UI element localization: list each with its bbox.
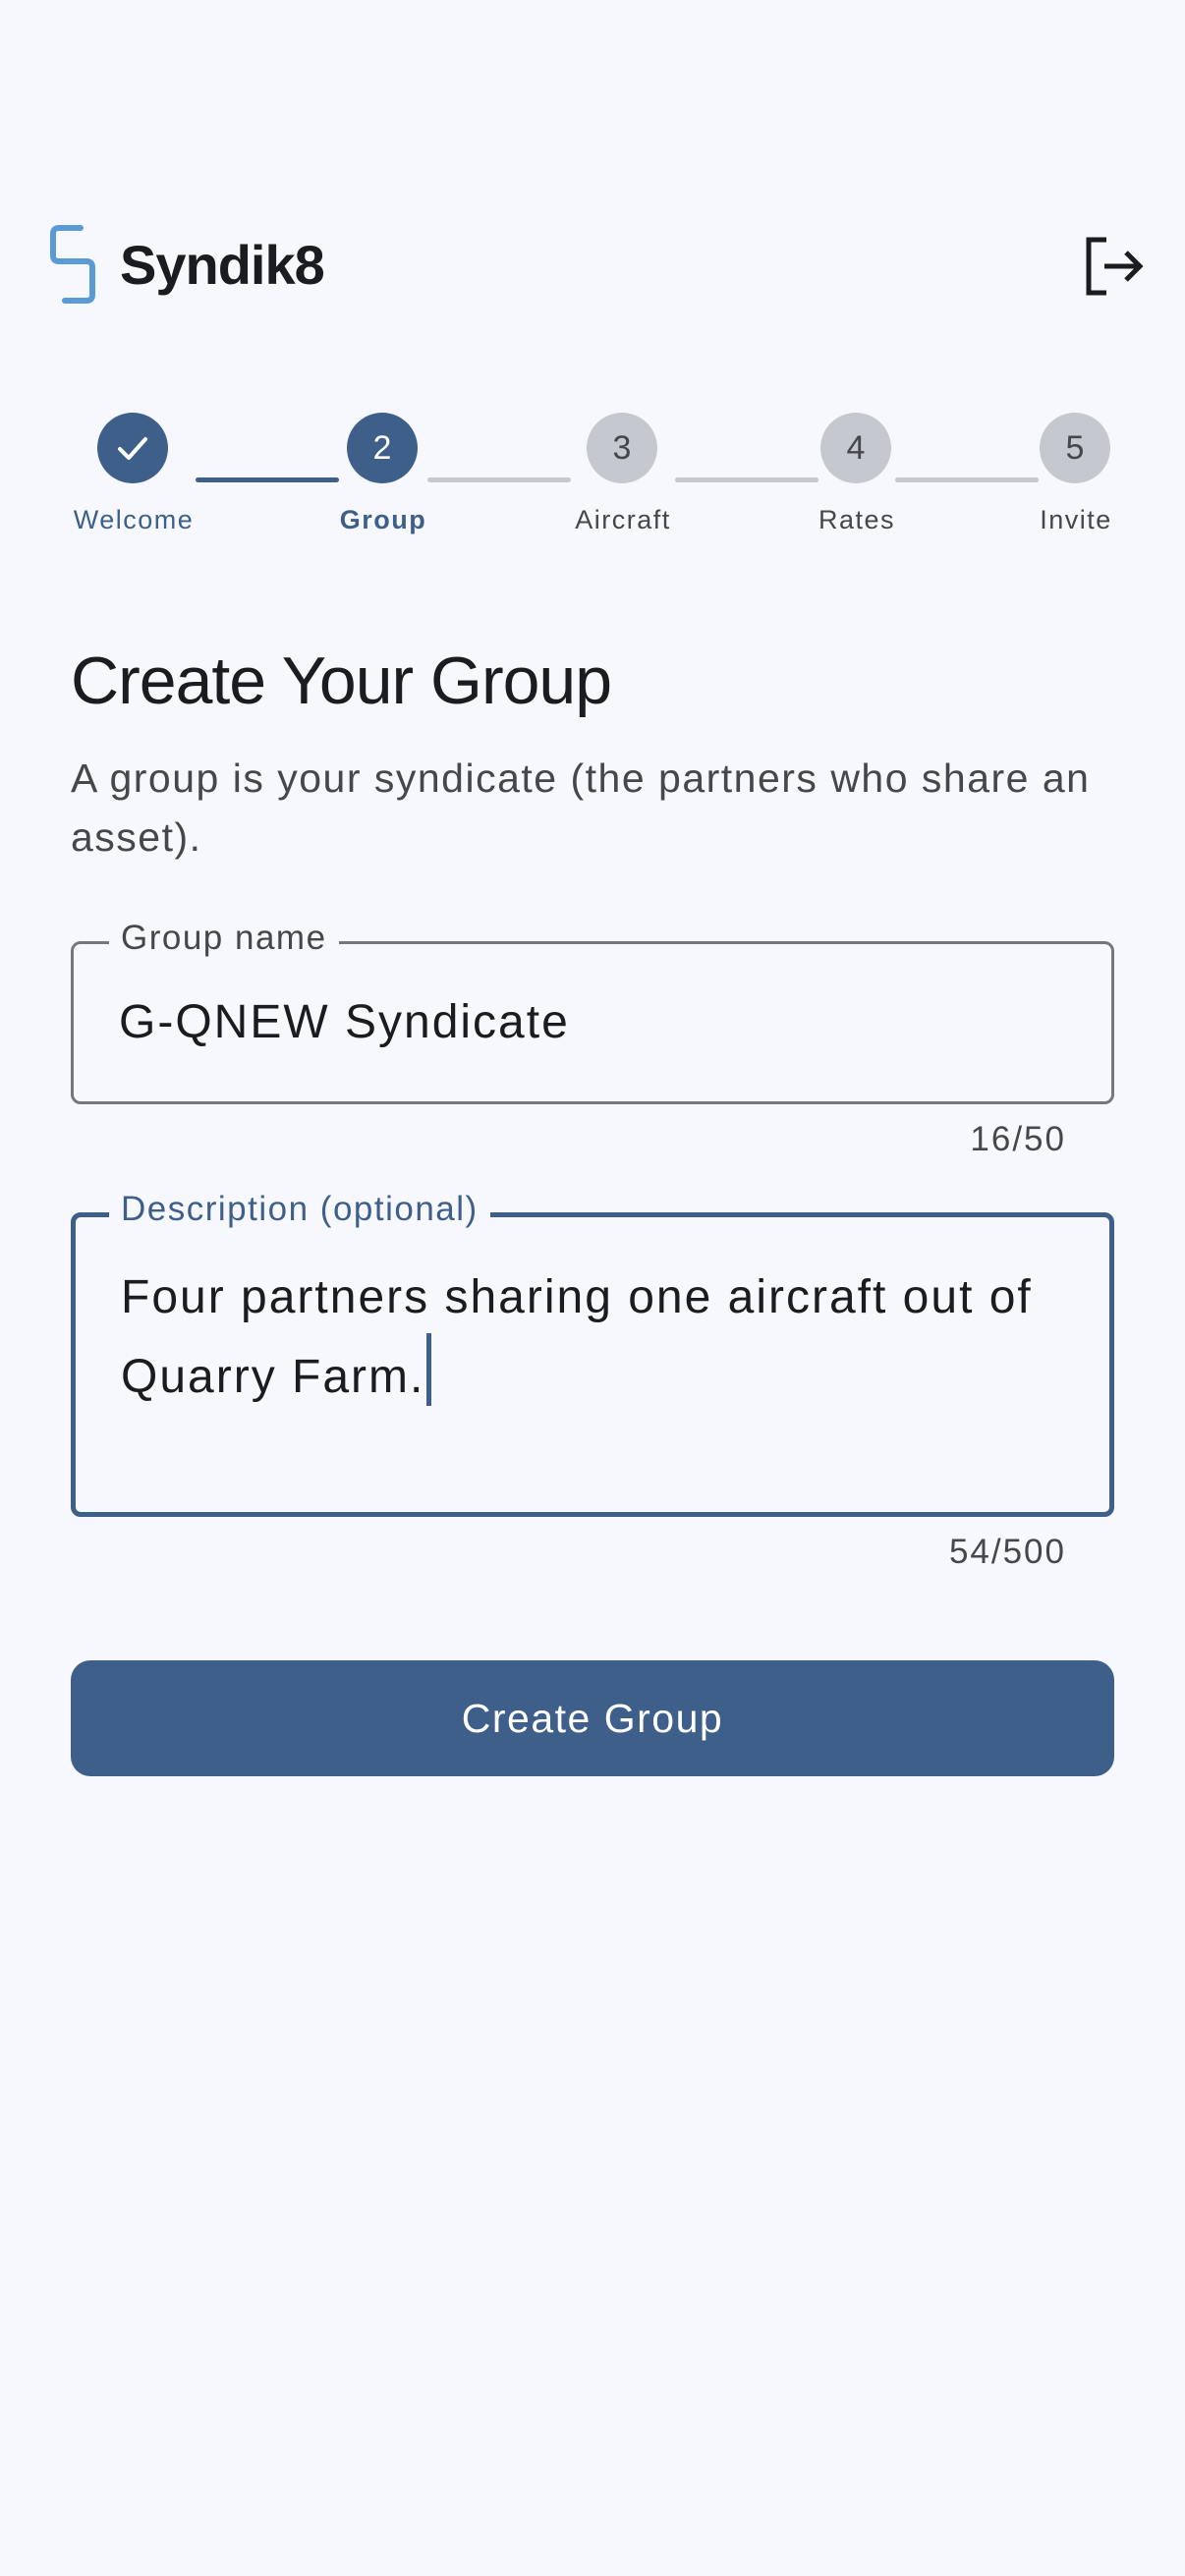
description-counter: 54/500	[948, 1533, 1066, 1571]
description-label: Description (optional)	[109, 1190, 490, 1229]
step-label-group: Group	[339, 505, 427, 534]
step-connector	[196, 477, 339, 482]
step-connector	[895, 477, 1039, 482]
step-rates-number: 4	[820, 413, 891, 483]
page-subtitle: A group is your syndicate (the partners …	[71, 756, 1091, 860]
create-group-button[interactable]: Create Group	[71, 1660, 1114, 1776]
step-label-aircraft: Aircraft	[575, 505, 671, 534]
page-title: Create Your Group	[71, 644, 612, 718]
step-label-welcome: Welcome	[73, 505, 195, 534]
step-aircraft-number: 3	[587, 413, 657, 483]
step-label-rates: Rates	[818, 505, 896, 534]
description-input[interactable]: Four partners sharing one aircraft out o…	[121, 1262, 1064, 1413]
syndik8-logo-icon	[50, 225, 95, 304]
logout-icon[interactable]	[1081, 234, 1146, 299]
description-field[interactable]: Description (optional) Four partners sha…	[71, 1190, 1114, 1517]
step-group-number: 2	[347, 413, 418, 483]
text-cursor	[426, 1333, 432, 1406]
description-text: Four partners sharing one aircraft out o…	[121, 1271, 1033, 1403]
step-welcome-check	[97, 413, 168, 483]
group-name-field[interactable]: Group name G-QNEW Syndicate	[71, 919, 1114, 1104]
step-invite-number: 5	[1040, 413, 1110, 483]
step-connector	[675, 477, 818, 482]
step-label-invite: Invite	[1040, 505, 1112, 534]
group-name-input[interactable]: G-QNEW Syndicate	[119, 995, 570, 1049]
group-name-label: Group name	[109, 919, 339, 958]
check-icon	[118, 437, 147, 460]
brand-name: Syndik8	[120, 234, 325, 296]
app-header: Syndik8	[0, 0, 1185, 393]
step-connector	[427, 477, 571, 482]
onboarding-stepper: Welcome 2 Group 3 Aircraft 4 Rates 5 Inv…	[0, 413, 1185, 550]
group-name-counter: 16/50	[970, 1120, 1066, 1158]
